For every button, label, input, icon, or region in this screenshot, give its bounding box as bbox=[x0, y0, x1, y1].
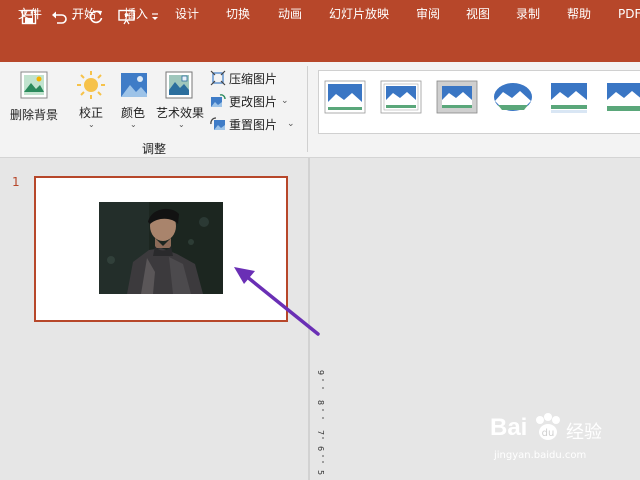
compress-pictures-button[interactable]: 压缩图片 bbox=[210, 68, 277, 88]
chevron-down-icon: ⌄ bbox=[287, 119, 295, 129]
ribbon-tab-bar bbox=[0, 34, 640, 62]
tab-view[interactable]: 视图 bbox=[466, 0, 490, 28]
chevron-down-icon: ⌄ bbox=[281, 96, 289, 106]
chevron-down-icon: ⌄ bbox=[88, 120, 95, 129]
picture-color-icon bbox=[121, 73, 147, 97]
tab-file[interactable]: 文件 bbox=[18, 0, 42, 28]
compress-icon bbox=[210, 70, 226, 86]
customize-icon bbox=[152, 13, 158, 20]
watermark-brand-suffix: 经验 bbox=[566, 422, 602, 443]
watermark-brand: Bai bbox=[490, 414, 528, 441]
svg-text:du: du bbox=[542, 428, 555, 439]
picture-style-1[interactable] bbox=[324, 80, 366, 114]
baidu-watermark: Bai du 经验 jingyan.baidu.com bbox=[488, 408, 628, 468]
annotation-arrow bbox=[234, 267, 320, 336]
tab-record[interactable]: 录制 bbox=[516, 0, 540, 28]
picture-style-6[interactable] bbox=[604, 80, 640, 114]
remove-background-button[interactable]: 删除背景 bbox=[6, 66, 62, 122]
slide-number: 1 bbox=[12, 175, 20, 189]
change-picture-button[interactable]: 更改图片 ⌄ bbox=[210, 91, 289, 111]
change-picture-icon bbox=[211, 94, 226, 107]
tab-transitions[interactable]: 切换 bbox=[226, 0, 250, 28]
tab-animations[interactable]: 动画 bbox=[278, 0, 302, 28]
tab-help[interactable]: 帮助 bbox=[567, 0, 591, 28]
watermark-url: jingyan.baidu.com bbox=[494, 450, 587, 461]
group-divider bbox=[307, 66, 308, 152]
corrections-button[interactable]: 校正 ⌄ bbox=[74, 66, 110, 130]
reset-picture-icon bbox=[210, 117, 225, 130]
change-picture-label: 更改图片 bbox=[229, 94, 278, 109]
tab-review[interactable]: 审阅 bbox=[416, 0, 440, 28]
remove-background-icon bbox=[20, 71, 48, 99]
slide-photo[interactable] bbox=[99, 202, 223, 294]
picture-styles-gallery bbox=[318, 70, 640, 134]
color-button[interactable]: 颜色 ⌄ bbox=[116, 66, 152, 130]
paw-icon: du bbox=[536, 413, 560, 440]
artistic-effects-icon bbox=[165, 71, 193, 99]
tab-pdf[interactable]: PDF bbox=[618, 0, 640, 28]
chevron-down-icon: ⌄ bbox=[178, 120, 185, 129]
reset-picture-button[interactable]: 重置图片 ⌄ bbox=[210, 114, 295, 134]
reset-picture-label: 重置图片 bbox=[229, 117, 278, 132]
color-label: 颜色 bbox=[121, 106, 146, 120]
undo-icon bbox=[52, 11, 67, 24]
remove-background-label: 删除背景 bbox=[10, 108, 59, 122]
vertical-ruler: 9 8 7 6 5 bbox=[316, 360, 329, 480]
sun-icon bbox=[77, 71, 105, 99]
chevron-down-icon: ⌄ bbox=[130, 120, 137, 129]
artistic-effects-button[interactable]: 艺术效果 ⌄ bbox=[154, 66, 206, 130]
adjust-group-label: 调整 bbox=[142, 142, 167, 156]
compress-pictures-label: 压缩图片 bbox=[229, 71, 278, 86]
picture-style-3[interactable] bbox=[436, 80, 478, 114]
portrait-photo-image bbox=[99, 202, 223, 294]
artistic-effects-label: 艺术效果 bbox=[156, 106, 205, 120]
tab-home[interactable]: 开始 bbox=[72, 0, 96, 28]
corrections-label: 校正 bbox=[79, 106, 104, 120]
customize-qat-button[interactable] bbox=[148, 6, 162, 28]
picture-style-5[interactable] bbox=[548, 80, 590, 114]
picture-style-2[interactable] bbox=[380, 80, 422, 114]
picture-style-4[interactable] bbox=[492, 80, 534, 114]
ruler-ticks bbox=[322, 379, 324, 463]
tab-insert[interactable]: 插入 bbox=[124, 0, 148, 28]
tab-design[interactable]: 设计 bbox=[175, 0, 199, 28]
tab-slideshow[interactable]: 幻灯片放映 bbox=[329, 0, 389, 28]
